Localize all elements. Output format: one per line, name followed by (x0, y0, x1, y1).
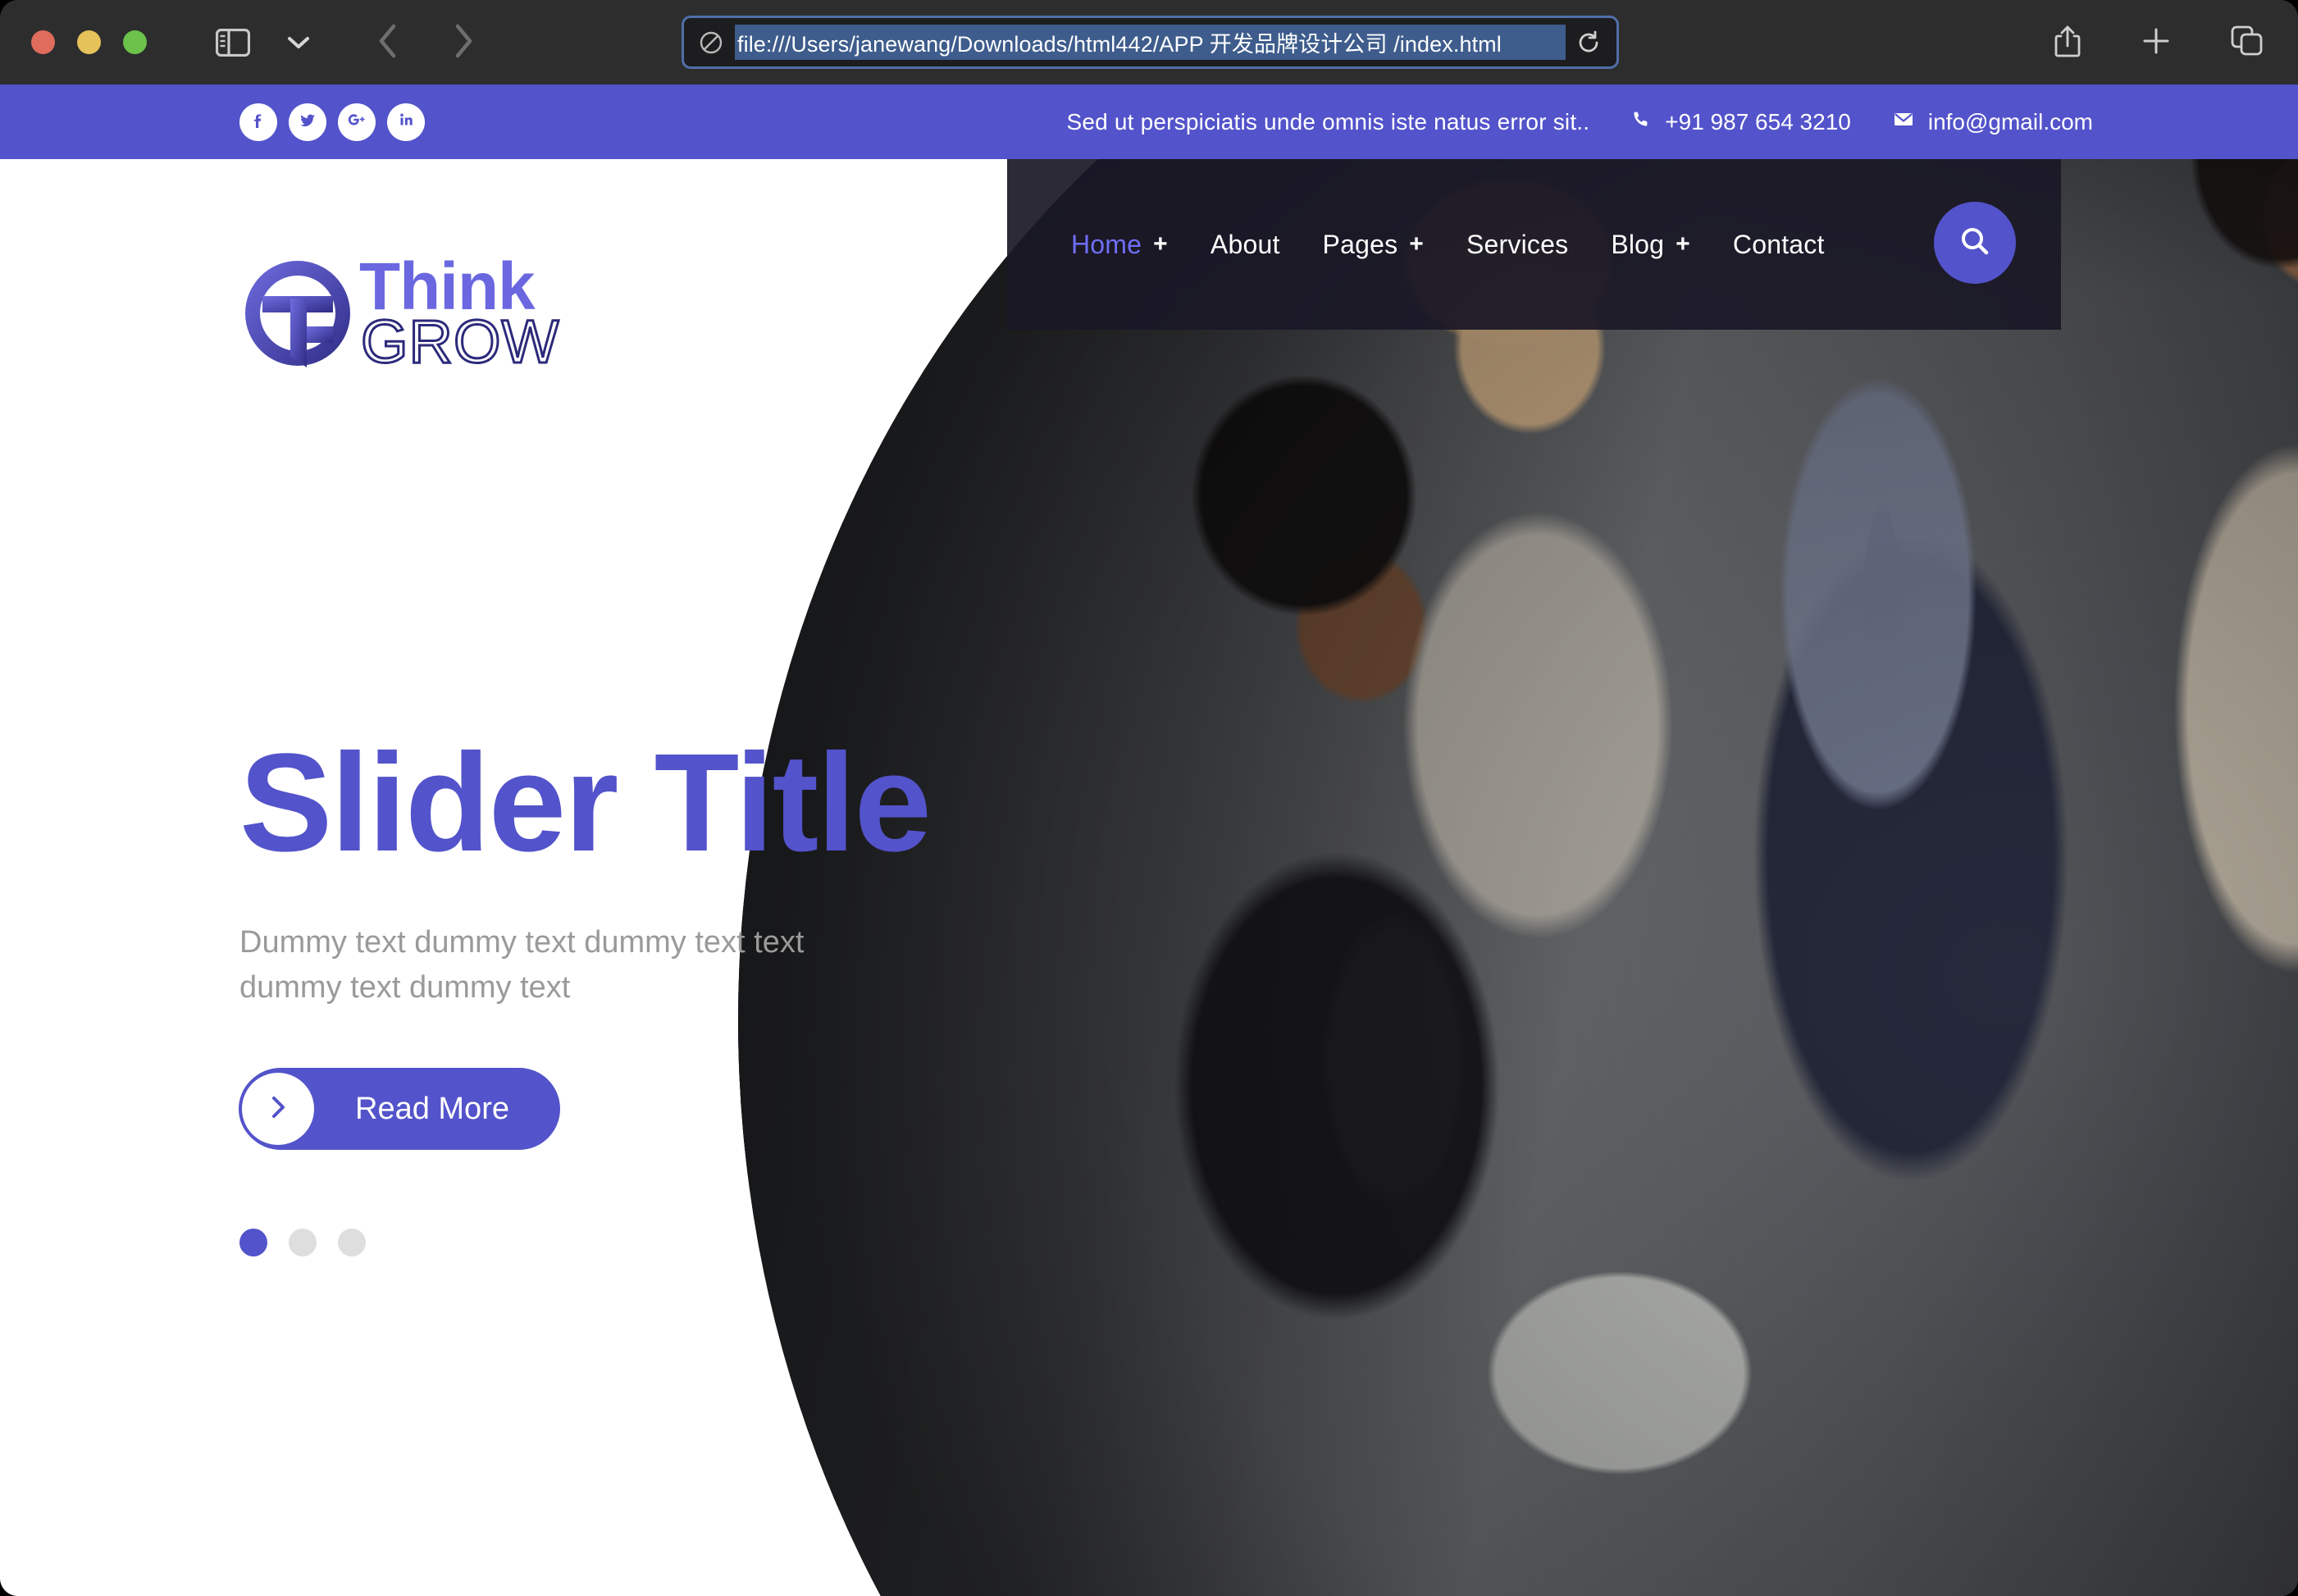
nav-item-contact[interactable]: Contact (1712, 230, 1846, 260)
twitter-icon (297, 109, 318, 135)
navigation-arrows (376, 22, 475, 62)
social-link-facebook[interactable] (239, 103, 277, 141)
zoom-window-button[interactable] (123, 30, 147, 54)
tabs-icon (2231, 25, 2264, 59)
share-button[interactable] (2054, 24, 2081, 61)
social-links (239, 103, 425, 141)
topbar-phone[interactable]: +91 987 654 3210 (1630, 108, 1851, 135)
nav-label-contact: Contact (1732, 229, 1825, 259)
toolbar-right-actions (2054, 0, 2264, 84)
sidebar-icon (216, 28, 250, 57)
chevron-right-icon (452, 22, 475, 62)
slider-dot-2[interactable] (289, 1229, 317, 1257)
envelope-icon (1892, 108, 1915, 135)
slide-title: Slider Title (239, 725, 932, 881)
search-icon (1956, 223, 1994, 263)
search-button[interactable] (1934, 202, 2016, 284)
social-link-google-plus[interactable] (338, 103, 376, 141)
chevron-right-icon (262, 1091, 294, 1128)
sidebar-toggle[interactable] (216, 28, 250, 57)
tab-group-menu-button[interactable] (286, 34, 311, 51)
slide-subtitle: Dummy text dummy text dummy text text du… (239, 925, 805, 1005)
main-menu: Home + About Pages + Services Blog + Con… (1050, 230, 1846, 260)
url-input[interactable]: file:///Users/janewang/Downloads/html442… (735, 25, 1566, 60)
topbar-tagline: Sed ut perspiciatis unde omnis iste natu… (1066, 108, 1590, 135)
phone-icon (1630, 108, 1652, 135)
window-controls (31, 30, 147, 54)
nav-label-blog: Blog (1611, 229, 1665, 259)
social-link-twitter[interactable] (289, 103, 326, 141)
browser-window: file:///Users/janewang/Downloads/html442… (0, 0, 2298, 1596)
main-navigation-bar: Home + About Pages + Services Blog + Con… (1007, 159, 2061, 330)
nav-item-home[interactable]: Home + (1050, 230, 1189, 260)
nav-label-home: Home (1071, 229, 1142, 259)
linkedin-icon (395, 109, 417, 135)
back-button[interactable] (376, 22, 399, 62)
browser-toolbar: file:///Users/janewang/Downloads/html442… (0, 0, 2298, 84)
nav-dropdown-plus-pages[interactable]: + (1409, 230, 1424, 258)
nav-label-services: Services (1466, 229, 1569, 259)
logo-mark-icon (239, 251, 356, 376)
web-page: Sed ut perspiciatis unde omnis iste natu… (0, 84, 2298, 1596)
read-more-label: Read More (355, 1091, 509, 1126)
slider-dot-1[interactable] (239, 1229, 267, 1257)
logo-wordmark: Think GROW (359, 253, 560, 376)
site-logo[interactable]: Think GROW (239, 251, 560, 376)
hero-slider: Home + About Pages + Services Blog + Con… (0, 159, 2298, 1596)
nav-label-about: About (1210, 229, 1280, 259)
reload-button[interactable] (1575, 30, 1602, 56)
nav-item-pages[interactable]: Pages + (1302, 230, 1445, 260)
nav-item-blog[interactable]: Blog + (1589, 230, 1712, 260)
chevron-down-icon (286, 34, 311, 51)
logo-text-grow: GROW (359, 308, 560, 376)
minimize-window-button[interactable] (77, 30, 101, 54)
privacy-report-icon[interactable] (699, 30, 723, 55)
nav-item-services[interactable]: Services (1445, 230, 1589, 260)
plus-icon (2141, 25, 2172, 59)
topbar-email-text: info@gmail.com (1927, 108, 2093, 135)
close-window-button[interactable] (31, 30, 55, 54)
facebook-icon (248, 109, 269, 135)
forward-button[interactable] (452, 22, 475, 62)
topbar-phone-text: +91 987 654 3210 (1665, 108, 1851, 135)
google-plus-icon (345, 109, 368, 135)
share-icon (2054, 24, 2081, 61)
address-bar[interactable]: file:///Users/janewang/Downloads/html442… (682, 16, 1619, 69)
read-more-button[interactable]: Read More (239, 1068, 560, 1151)
topbar-email[interactable]: info@gmail.com (1892, 108, 2093, 135)
nav-item-about[interactable]: About (1189, 230, 1302, 260)
nav-dropdown-plus-home[interactable]: + (1153, 230, 1168, 258)
social-link-linkedin[interactable] (387, 103, 425, 141)
slider-pagination (239, 1229, 1142, 1257)
tab-overview-button[interactable] (2231, 25, 2264, 59)
chevron-left-icon (376, 22, 399, 62)
read-more-arrow-circle (239, 1069, 317, 1149)
site-topbar: Sed ut perspiciatis unde omnis iste natu… (0, 84, 2298, 159)
new-tab-button[interactable] (2141, 25, 2172, 59)
nav-label-pages: Pages (1322, 229, 1398, 259)
slider-dot-3[interactable] (338, 1229, 366, 1257)
slide-content: Slider Title Dummy text dummy text dummy… (239, 725, 1142, 1257)
nav-dropdown-plus-blog[interactable]: + (1676, 230, 1690, 258)
